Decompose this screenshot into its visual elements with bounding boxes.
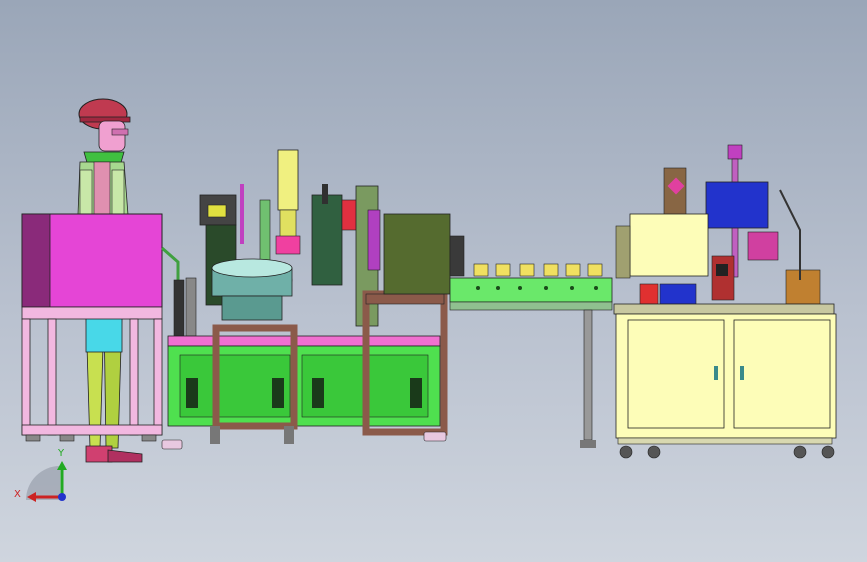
coordinate-triad-icon: X Y — [14, 448, 67, 502]
assembly-drawing: X Y — [14, 98, 837, 502]
right-test-station — [613, 144, 837, 459]
y-axis-label: Y — [57, 448, 65, 459]
main-assembly-machine — [161, 149, 465, 444]
transfer-conveyor — [449, 263, 613, 448]
cad-viewport[interactable]: X Y — [0, 0, 867, 562]
x-axis-label: X — [14, 489, 21, 500]
